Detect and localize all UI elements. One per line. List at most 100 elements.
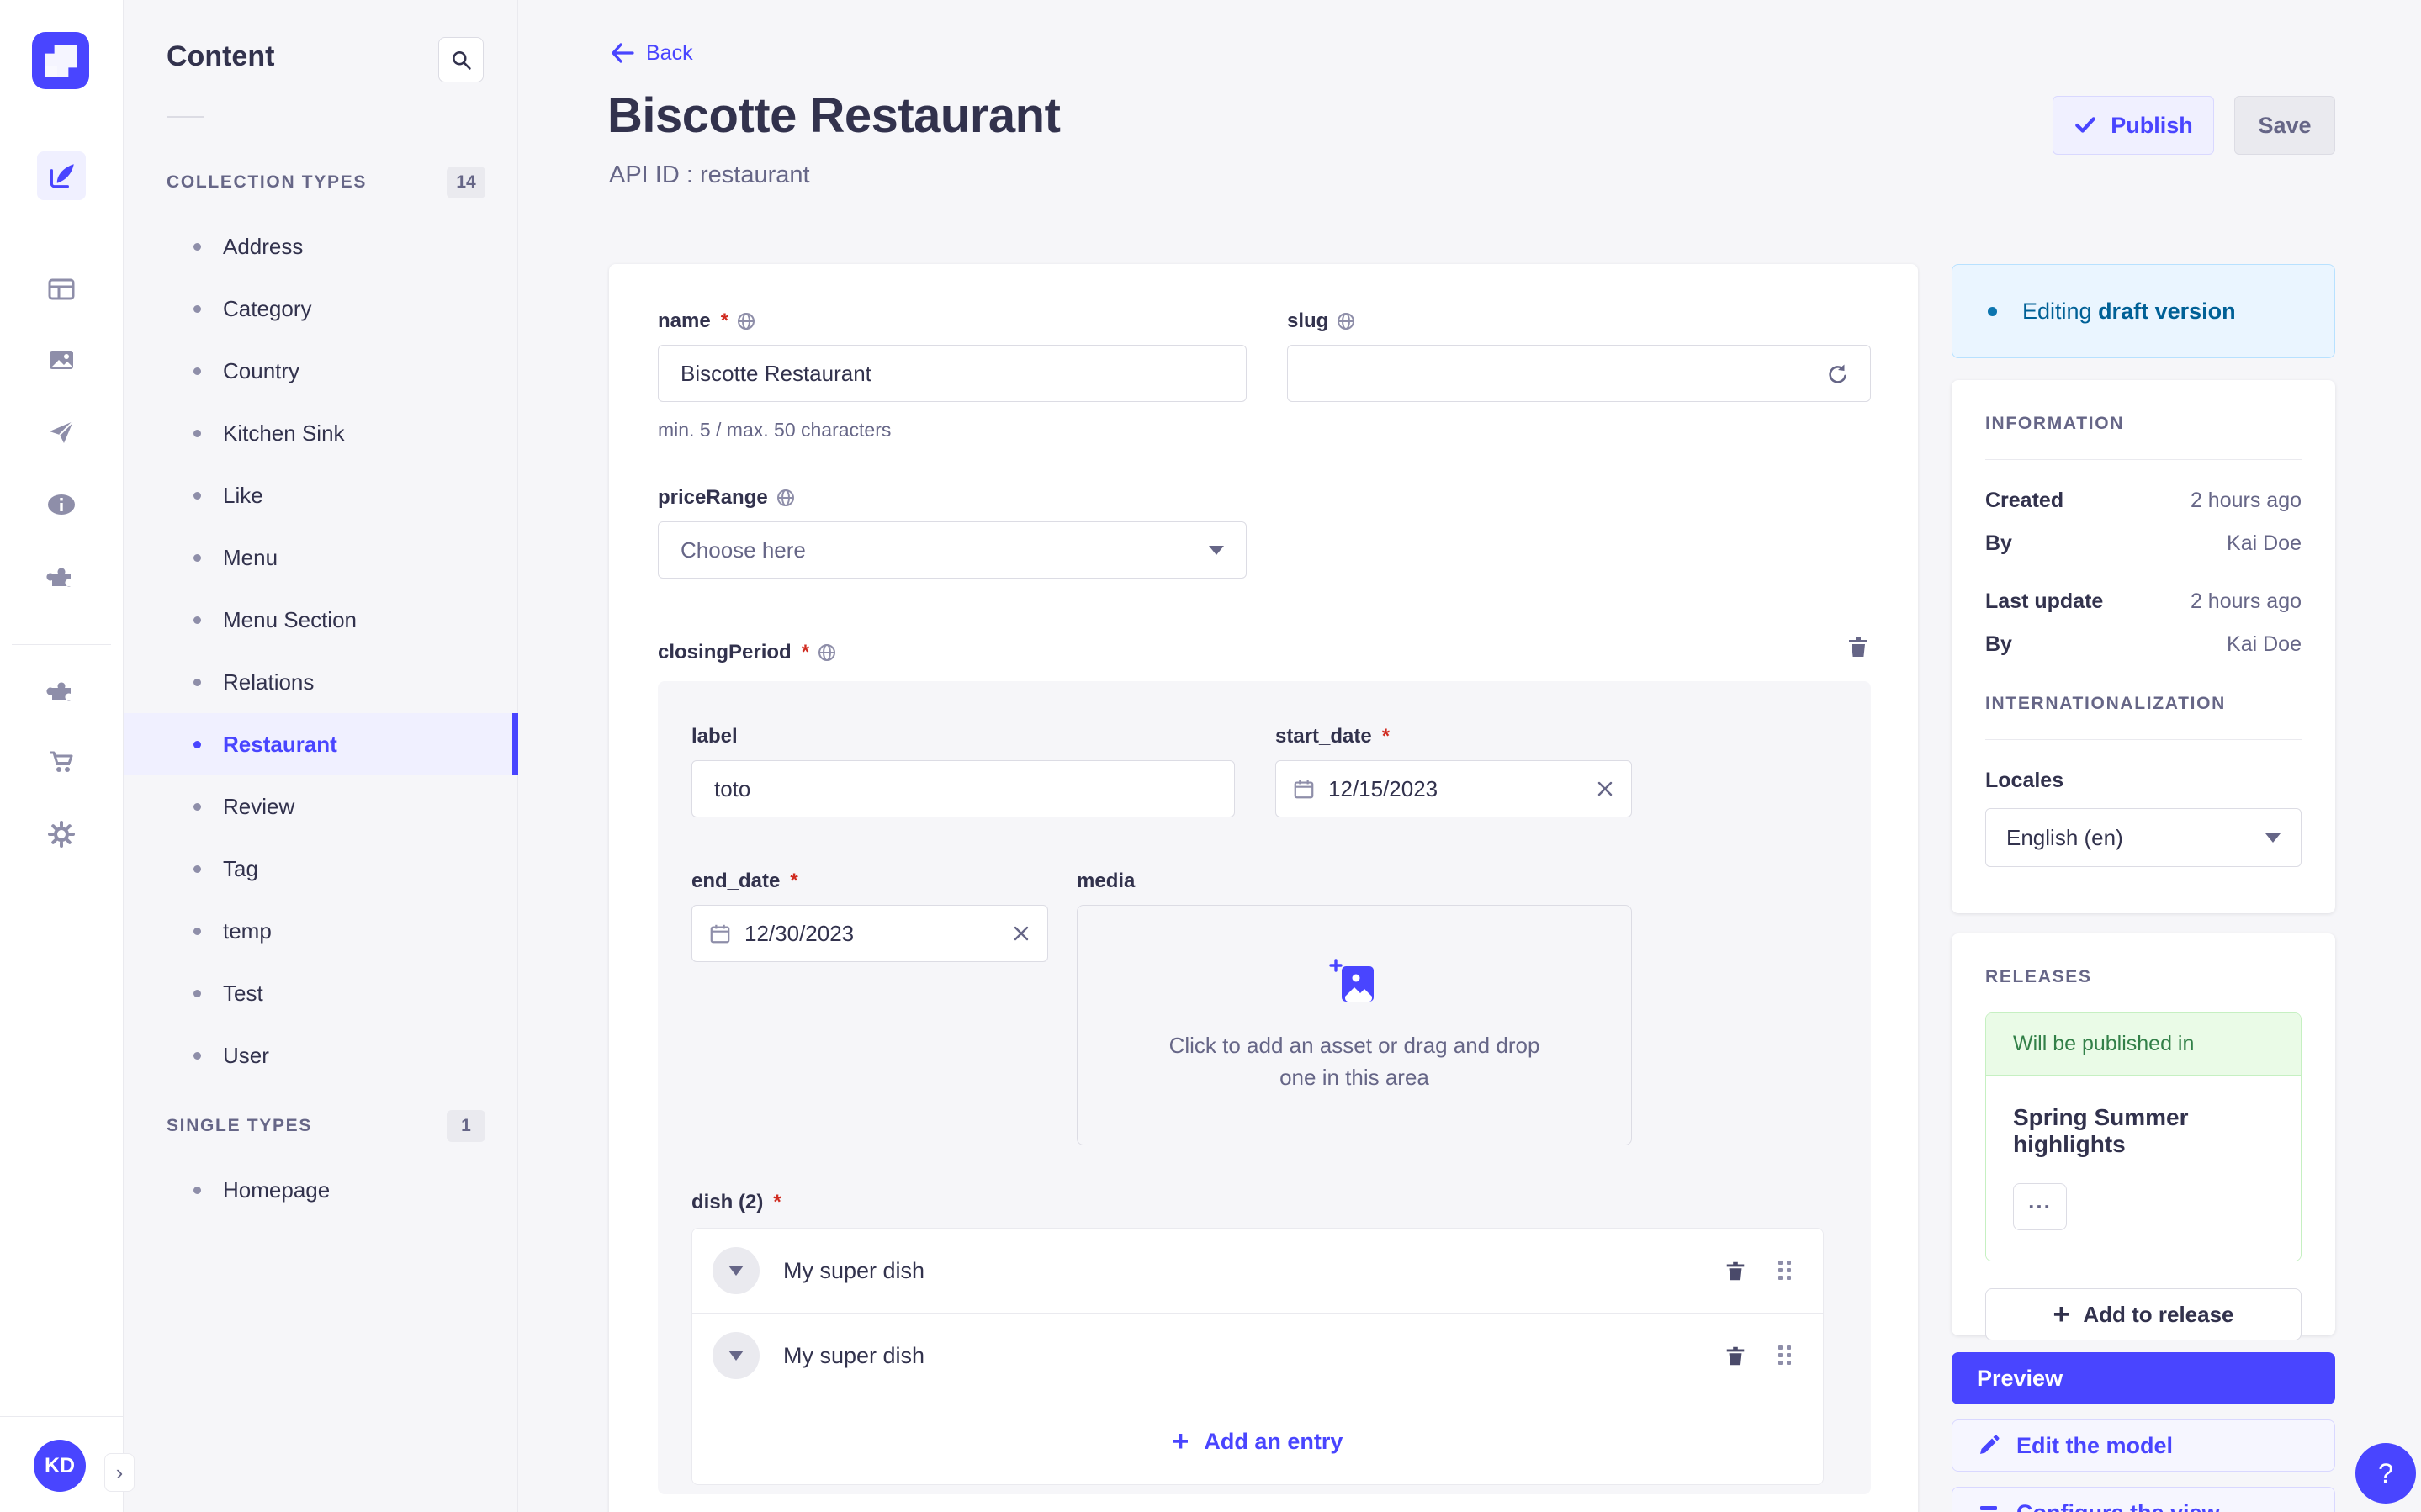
avatar[interactable]: KD [34, 1440, 86, 1492]
pencil-icon [1978, 1435, 2000, 1456]
content-sidebar: Content COLLECTION TYPES 14 Address Cate… [124, 0, 518, 1512]
configure-view-button[interactable]: Configure the view [1952, 1487, 2335, 1512]
information-card: INFORMATION Created2 hours ago ByKai Doe… [1952, 380, 2335, 913]
sidebar-item-menu-section[interactable]: Menu Section [124, 589, 518, 651]
sidebar-item-restaurant[interactable]: Restaurant [124, 713, 518, 775]
builder-icon[interactable] [37, 265, 86, 314]
closingperiod-field-label: closingPeriod* [658, 641, 836, 664]
sidebar-item-temp[interactable]: temp [124, 900, 518, 962]
content-icon[interactable] [37, 151, 86, 200]
rail-divider [0, 1416, 124, 1417]
name-input[interactable]: Biscotte Restaurant [658, 345, 1247, 402]
bullet-icon [193, 928, 201, 935]
bullet-icon [193, 243, 201, 251]
start-date-input[interactable]: 12/15/2023 [1275, 760, 1632, 817]
info-icon[interactable] [37, 480, 86, 529]
bullet-icon [193, 865, 201, 873]
add-entry-button[interactable]: + Add an entry [692, 1398, 1823, 1484]
search-icon [450, 49, 472, 71]
release-name[interactable]: Spring Summer highlights [2013, 1104, 2274, 1158]
marketplace-icon[interactable] [37, 667, 86, 716]
sidebar-item-address[interactable]: Address [124, 215, 518, 278]
bullet-icon [193, 430, 201, 437]
delete-component-button[interactable] [1846, 634, 1871, 659]
delete-entry-button[interactable] [1724, 1344, 1747, 1367]
publish-button[interactable]: Publish [2053, 96, 2214, 155]
bullet-icon [193, 803, 201, 811]
configure-list-icon [1978, 1502, 2000, 1512]
sidebar-item-user[interactable]: User [124, 1024, 518, 1086]
information-title: INFORMATION [1985, 414, 2302, 434]
media-dropzone[interactable]: Click to add an asset or drag and drop o… [1077, 905, 1632, 1145]
bullet-icon [193, 1187, 201, 1194]
drag-dots-icon [1776, 1258, 1794, 1283]
info-row-updated-by: ByKai Doe [1985, 632, 2302, 657]
sidebar-item-kitchen-sink[interactable]: Kitchen Sink [124, 402, 518, 464]
releases-card: RELEASES Will be published in Spring Sum… [1952, 933, 2335, 1335]
slug-input[interactable] [1287, 345, 1871, 402]
info-row-created-by: ByKai Doe [1985, 531, 2302, 556]
name-hint: min. 5 / max. 50 characters [658, 419, 891, 441]
deploy-icon[interactable] [37, 408, 86, 457]
media-library-icon[interactable] [37, 336, 86, 384]
search-button[interactable] [438, 37, 484, 82]
nav-rail: KD [0, 0, 124, 1512]
pricerange-select[interactable]: Choose here [658, 521, 1247, 579]
help-button[interactable]: ? [2355, 1443, 2416, 1504]
preview-button[interactable]: Preview [1952, 1352, 2335, 1404]
sidebar-item-like[interactable]: Like [124, 464, 518, 526]
collection-types-count-badge: 14 [447, 167, 485, 198]
bullet-icon [193, 305, 201, 313]
expand-entry-button[interactable] [713, 1332, 760, 1379]
plus-icon: + [1173, 1427, 1189, 1456]
add-image-icon [1328, 956, 1380, 1008]
settings-gear-icon[interactable] [37, 810, 86, 859]
back-link[interactable]: Back [609, 40, 693, 66]
sidebar-item-category[interactable]: Category [124, 278, 518, 340]
sidebar-item-homepage[interactable]: Homepage [124, 1159, 518, 1221]
drag-handle[interactable] [1776, 1258, 1794, 1283]
label-field-label: label [691, 725, 738, 748]
locales-label: Locales [1985, 769, 2302, 793]
plugins-icon[interactable] [37, 552, 86, 601]
clear-icon[interactable] [1596, 780, 1614, 798]
release-more-button[interactable]: ... [2013, 1183, 2067, 1230]
drag-handle[interactable] [1776, 1343, 1794, 1368]
arrow-left-icon [609, 40, 634, 66]
single-types-count-badge: 1 [447, 1110, 485, 1142]
api-id-subtitle: API ID : restaurant [609, 161, 810, 189]
purchase-cart-icon[interactable] [37, 737, 86, 786]
chevron-down-icon [728, 1351, 744, 1361]
plus-icon: + [2053, 1300, 2069, 1329]
calendar-icon [709, 923, 731, 944]
dish-entry-row: My super dish [692, 1229, 1823, 1314]
drag-dots-icon [1776, 1343, 1794, 1368]
chevron-down-icon [728, 1266, 744, 1276]
expand-sidebar-button[interactable]: › [104, 1453, 135, 1492]
strapi-logo[interactable] [32, 32, 89, 89]
locale-select[interactable]: English (en) [1985, 808, 2302, 867]
delete-entry-button[interactable] [1724, 1259, 1747, 1282]
label-input[interactable]: toto [691, 760, 1235, 817]
add-to-release-button[interactable]: + Add to release [1985, 1288, 2302, 1340]
end-date-input[interactable]: 12/30/2023 [691, 905, 1048, 962]
bullet-icon [193, 616, 201, 624]
globe-icon [1337, 312, 1355, 330]
status-dot-icon [1988, 307, 1997, 316]
divider [167, 116, 204, 118]
save-button[interactable]: Save [2234, 96, 2335, 155]
dish-entry-row: My super dish [692, 1314, 1823, 1398]
edit-model-button[interactable]: Edit the model [1952, 1419, 2335, 1472]
sidebar-item-country[interactable]: Country [124, 340, 518, 402]
bullet-icon [193, 741, 201, 748]
sidebar-item-test[interactable]: Test [124, 962, 518, 1024]
trash-icon [1846, 634, 1871, 659]
check-icon [2074, 114, 2097, 137]
bullet-icon [193, 679, 201, 686]
sidebar-item-tag[interactable]: Tag [124, 838, 518, 900]
clear-icon[interactable] [1012, 924, 1030, 943]
sidebar-item-menu[interactable]: Menu [124, 526, 518, 589]
expand-entry-button[interactable] [713, 1247, 760, 1294]
sidebar-item-relations[interactable]: Relations [124, 651, 518, 713]
sidebar-item-review[interactable]: Review [124, 775, 518, 838]
